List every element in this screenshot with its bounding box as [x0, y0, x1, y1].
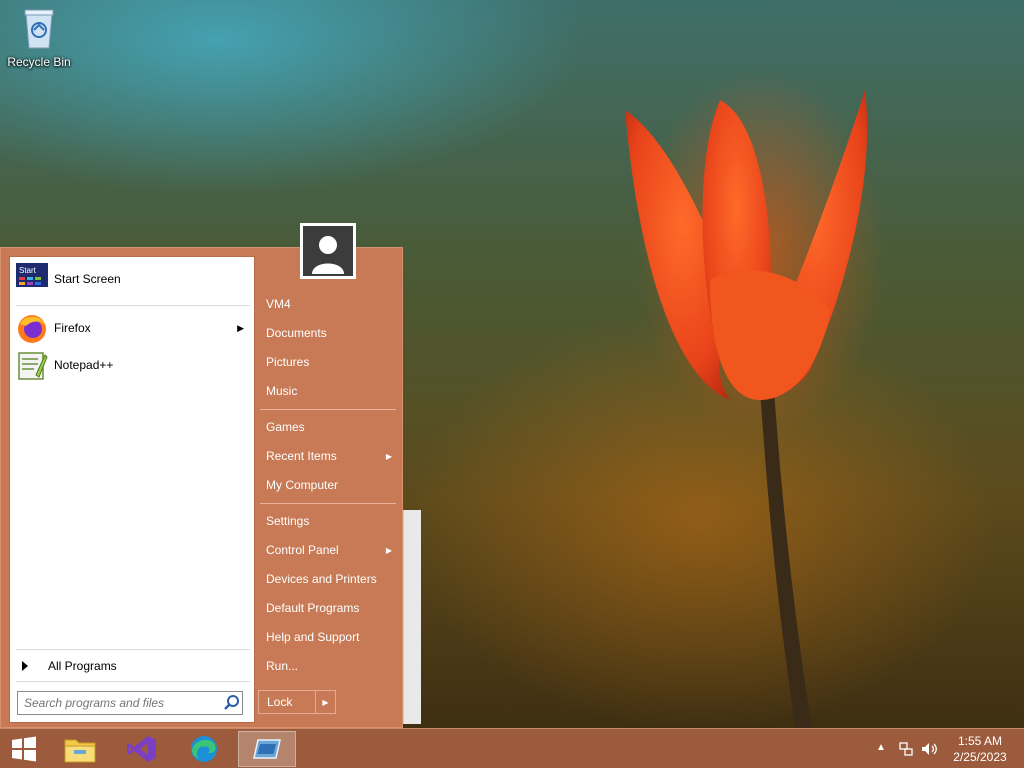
- taskbar-clock[interactable]: 1:55 AM 2/25/2023: [940, 733, 1020, 765]
- item-label: Help and Support: [266, 630, 360, 644]
- start-item-label: Firefox: [54, 321, 91, 335]
- start-right-item-devices-and-printers[interactable]: Devices and Printers: [258, 566, 398, 592]
- wallpaper-tulip: [625, 90, 868, 730]
- start-item-label: Notepad++: [54, 358, 114, 372]
- separator: [260, 409, 396, 410]
- firefox-icon: [18, 315, 46, 343]
- search-input[interactable]: [18, 693, 222, 713]
- start-item-notepad-plus-plus[interactable]: Notepad++: [14, 347, 252, 383]
- start-item-start-screen[interactable]: Start Start Screen: [14, 261, 252, 297]
- file-explorer-icon: [64, 739, 96, 763]
- lock-button[interactable]: Lock: [259, 691, 316, 713]
- app-window-icon: [253, 739, 281, 759]
- user-account-tile[interactable]: [300, 223, 356, 279]
- search-box[interactable]: [17, 691, 243, 715]
- start-menu-programs-pane: Start Start Screen Firefox ▶ Notepad++ A…: [9, 256, 255, 723]
- power-options-arrow-icon[interactable]: ▶: [316, 691, 335, 713]
- taskbar-file-explorer[interactable]: [58, 731, 102, 767]
- all-programs-button[interactable]: All Programs: [14, 655, 252, 677]
- volume-icon[interactable]: [921, 741, 939, 757]
- notepad-plus-plus-icon: [18, 352, 48, 380]
- item-label: Documents: [266, 326, 327, 340]
- start-item-firefox[interactable]: Firefox ▶: [14, 310, 252, 346]
- item-label: My Computer: [266, 478, 339, 492]
- separator: [16, 649, 250, 650]
- item-label: Pictures: [266, 355, 310, 369]
- taskbar-visual-studio[interactable]: [120, 731, 164, 767]
- start-right-item-default-programs[interactable]: Default Programs: [258, 595, 398, 621]
- item-label: Run...: [266, 659, 299, 673]
- lock-button-group: Lock ▶: [258, 690, 336, 714]
- taskbar-active-window[interactable]: [238, 731, 296, 767]
- desktop-icon-recycle-bin[interactable]: Recycle Bin: [6, 6, 72, 69]
- submenu-arrow-icon: ▶: [237, 322, 244, 333]
- user-avatar-icon: [312, 236, 344, 274]
- item-label: Music: [266, 384, 298, 398]
- clock-time: 1:55 AM: [957, 734, 1003, 748]
- start-right-item-control-panel[interactable]: Control Panel ▶: [258, 537, 398, 563]
- search-icon[interactable]: [222, 693, 242, 713]
- start-right-item-help-and-support[interactable]: Help and Support: [258, 624, 398, 650]
- item-label: VM4: [266, 297, 291, 311]
- submenu-arrow-icon: ▶: [385, 451, 392, 461]
- item-label: Settings: [266, 514, 310, 528]
- separator: [260, 503, 396, 504]
- start-right-item-recent-items[interactable]: Recent Items ▶: [258, 443, 398, 469]
- all-programs-label: All Programs: [48, 659, 117, 673]
- item-label: Games: [266, 420, 305, 434]
- item-label: Devices and Printers: [266, 572, 377, 586]
- item-label: Recent Items: [266, 449, 337, 463]
- start-item-label: Start Screen: [54, 272, 121, 286]
- network-icon[interactable]: [898, 741, 914, 757]
- taskbar: ▲ 1:55 AM 2/25/2023: [0, 728, 1024, 768]
- item-label: Control Panel: [266, 543, 339, 557]
- start-right-item-vm4[interactable]: VM4: [258, 291, 398, 317]
- start-right-item-music[interactable]: Music: [258, 378, 398, 404]
- lock-label: Lock: [267, 695, 293, 709]
- start-right-item-my-computer[interactable]: My Computer: [258, 472, 398, 498]
- expand-arrow-icon: [22, 661, 28, 671]
- start-right-item-games[interactable]: Games: [258, 414, 398, 440]
- start-right-item-pictures[interactable]: Pictures: [258, 349, 398, 375]
- svg-text:Start: Start: [19, 266, 37, 275]
- item-label: Default Programs: [266, 601, 360, 615]
- separator: [16, 305, 250, 306]
- windows-start-icon: [12, 736, 36, 762]
- start-right-item-settings[interactable]: Settings: [258, 508, 398, 534]
- start-right-item-run[interactable]: Run...: [258, 653, 398, 679]
- start-screen-icon: Start: [16, 263, 48, 287]
- taskbar-edge[interactable]: [182, 731, 226, 767]
- recycle-bin-icon: [24, 9, 54, 49]
- start-button[interactable]: [2, 731, 46, 767]
- visual-studio-icon: [127, 736, 156, 762]
- submenu-arrow-icon: ▶: [385, 545, 392, 555]
- separator: [16, 681, 250, 682]
- desktop-icon-label: Recycle Bin: [7, 55, 71, 69]
- show-hidden-icons-icon[interactable]: ▲: [876, 742, 886, 753]
- edge-icon: [191, 736, 217, 762]
- start-right-item-documents[interactable]: Documents: [258, 320, 398, 346]
- background-window-edge: [403, 510, 421, 724]
- clock-date: 2/25/2023: [953, 750, 1007, 764]
